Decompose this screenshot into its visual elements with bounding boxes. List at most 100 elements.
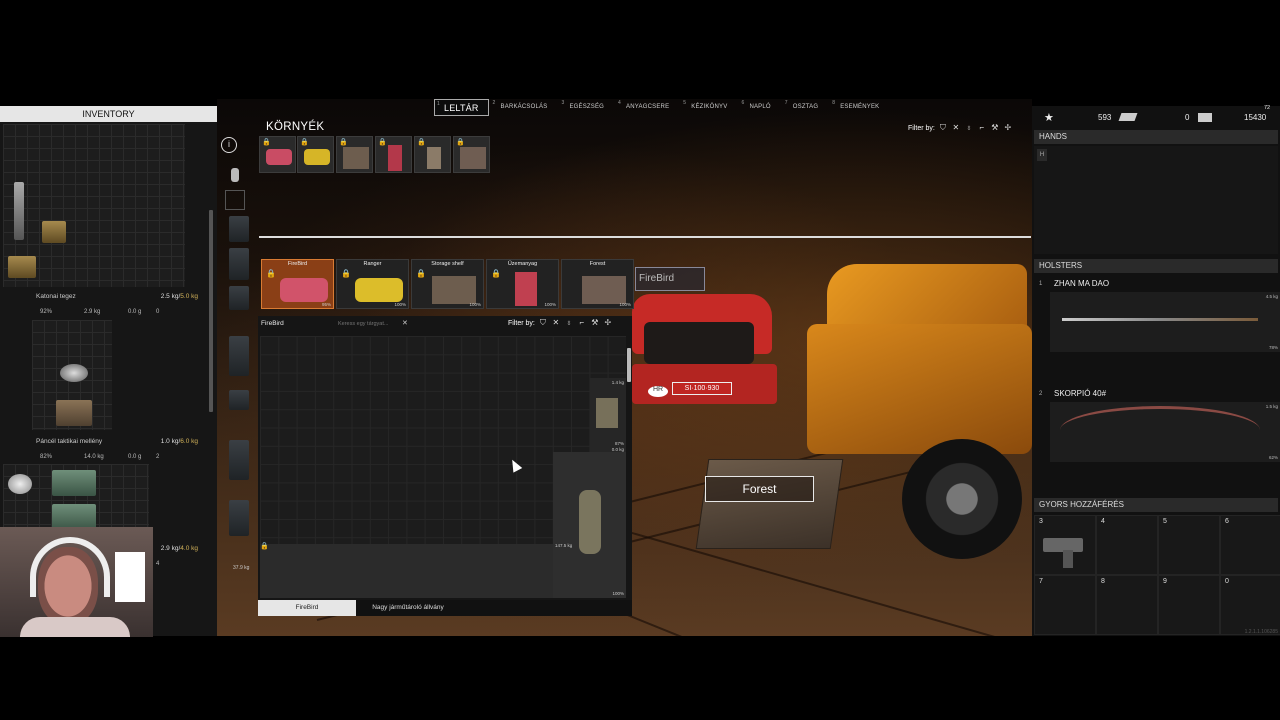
- quick-access-header: GYORS HOZZÁFÉRÉS: [1034, 498, 1278, 512]
- strip-item[interactable]: [229, 216, 249, 242]
- info-icon[interactable]: i: [221, 137, 237, 153]
- gun-filter-icon[interactable]: ⌐: [577, 318, 587, 328]
- quick-slot-3[interactable]: 3: [1034, 515, 1096, 575]
- inventory-title: INVENTORY: [0, 106, 217, 122]
- clear-search-icon[interactable]: ✕: [402, 319, 408, 327]
- vehicle-card-forest[interactable]: Forest 100%: [561, 259, 634, 309]
- ammo-item[interactable]: [8, 256, 36, 278]
- tab-anyagcsere[interactable]: 4 ANYAGCSERE: [616, 99, 679, 116]
- package-item[interactable]: [56, 400, 92, 426]
- nearby-card-ranger[interactable]: 🔒: [297, 136, 334, 173]
- ammo-item[interactable]: [42, 221, 66, 243]
- bandage-item[interactable]: [52, 470, 96, 496]
- weapon-filter-icon[interactable]: ✕: [951, 123, 961, 133]
- body-item[interactable]: 147.5 kg 100%: [553, 452, 626, 598]
- quick-slot-0[interactable]: 0: [1220, 575, 1280, 635]
- strip-item[interactable]: [229, 248, 249, 280]
- shirt-filter-icon[interactable]: ⛉: [538, 318, 548, 328]
- hands-slot[interactable]: H: [1034, 146, 1278, 254]
- misc-filter-icon[interactable]: ✢: [1003, 123, 1013, 133]
- quick-slot-8[interactable]: 8: [1096, 575, 1158, 635]
- garlic-item[interactable]: [8, 474, 32, 494]
- tab-naplo[interactable]: 6 NAPLÓ: [739, 99, 780, 116]
- forest-tooltip: Forest: [705, 476, 814, 502]
- nearby-card-lamp[interactable]: 🔒: [414, 136, 451, 173]
- tab-kezikonyv[interactable]: 5 KÉZIKÖNYV: [681, 99, 737, 116]
- vehicle-card-uzemanyag[interactable]: Üzemanyag 🔒 100%: [486, 259, 559, 309]
- forest-crate[interactable]: [695, 459, 844, 549]
- gun-filter-icon[interactable]: ⌐: [977, 123, 987, 133]
- money-value: 15430: [1244, 113, 1267, 122]
- tab-osztag[interactable]: 7 OSZTAG: [783, 99, 828, 116]
- star-icon: ★: [1044, 112, 1054, 124]
- total-weight: 37.9 kg: [233, 565, 250, 571]
- gear-stats-quiver: 92% 2.9 kg 0.0 g 0: [40, 309, 160, 315]
- search-input[interactable]: [338, 319, 408, 329]
- strip-item[interactable]: [229, 390, 249, 410]
- container-name: FireBird: [261, 320, 284, 327]
- tab-leltar[interactable]: 1 LELTÁR: [434, 99, 489, 116]
- strip-item[interactable]: [229, 500, 249, 536]
- weapon-slot-bow[interactable]: 1.5 kg 62%: [1050, 402, 1280, 462]
- container-grid[interactable]: 1.4 kg 87% 0.0 kg 147.5 kg 100% 🔒: [260, 336, 626, 598]
- medical-filter-icon[interactable]: ♁: [964, 123, 974, 133]
- gear-stats-vest: 82% 14.0 kg 0.0 g 2: [40, 454, 160, 460]
- zero-value: 0: [1185, 113, 1190, 122]
- quick-slot-4[interactable]: 4: [1096, 515, 1158, 575]
- vehicle-card-firebird[interactable]: FireBird 🔒 95%: [261, 259, 334, 309]
- vehicle-card-storage-shelf[interactable]: Storage shelf 🔒 100%: [411, 259, 484, 309]
- nearby-card-fuel[interactable]: 🔒: [375, 136, 412, 173]
- right-panel: ★ 593 0 15430 72 HANDS H HOLSTERS 1 ZHAN …: [1032, 105, 1280, 636]
- strip-item[interactable]: [229, 440, 249, 480]
- lock-icon: 🔒: [416, 269, 426, 278]
- pants-item[interactable]: 1.4 kg 87% 0.0 kg: [590, 378, 626, 452]
- weapon-slot-sword[interactable]: 4.5 kg 78%: [1050, 292, 1280, 352]
- strip-item[interactable]: [229, 286, 249, 310]
- lock-icon: 🔒: [378, 139, 387, 146]
- weapon-filter-icon[interactable]: ✕: [551, 318, 561, 328]
- quick-slot-6[interactable]: 6: [1220, 515, 1280, 575]
- nearby-card-shelf[interactable]: 🔒: [336, 136, 373, 173]
- tab-esemenyek[interactable]: 8 ESEMÉNYEK: [830, 99, 889, 116]
- gear-row-vest[interactable]: Páncél taktikai mellény 1.0 kg/6.0 kg: [0, 436, 210, 448]
- gear-row-quiver[interactable]: Katonai tegez 2.5 kg/5.0 kg: [0, 291, 210, 303]
- misc-filter-icon[interactable]: ✢: [603, 318, 613, 328]
- red-car[interactable]: SI·100·930 HR: [632, 294, 777, 444]
- tools-filter-icon[interactable]: ⚒: [590, 318, 600, 328]
- tab-egeszseg[interactable]: 3 EGÉSZSÉG: [559, 99, 614, 116]
- vehicle-card-ranger[interactable]: Ranger 🔒 100%: [336, 259, 409, 309]
- card-icon: [1198, 113, 1212, 122]
- container-scrollbar[interactable]: [627, 348, 631, 382]
- tab-barkacsolas[interactable]: 2 BARKÁCSOLÁS: [491, 99, 558, 116]
- holster-row-2[interactable]: 2 SKORPIÓ 40#: [1034, 386, 1278, 402]
- nearby-card-forest[interactable]: 🔒: [453, 136, 490, 173]
- orange-truck[interactable]: [807, 264, 1032, 559]
- ctab-firebird[interactable]: FireBird: [258, 600, 356, 616]
- tools-filter-icon[interactable]: ⚒: [990, 123, 1000, 133]
- lock-icon: 🔒: [266, 269, 276, 278]
- kornyek-title: KÖRNYÉK: [266, 121, 325, 133]
- version-label: 1.2.1.1.106285: [1244, 629, 1278, 635]
- medical-filter-icon[interactable]: ♁: [564, 318, 574, 328]
- points-value: 593: [1098, 113, 1112, 122]
- knife-item[interactable]: [14, 182, 24, 240]
- quick-slot-9[interactable]: 9: [1158, 575, 1220, 635]
- grenade-item[interactable]: [60, 364, 88, 382]
- nearby-card-firebird[interactable]: 🔒: [259, 136, 296, 173]
- scene-highlight-line: [259, 236, 1031, 238]
- link-icon[interactable]: [225, 190, 245, 210]
- quick-slot-7[interactable]: 7: [1034, 575, 1096, 635]
- ctab-nagy-jarmutarolo[interactable]: Nagy járműtároló állvány: [358, 600, 458, 616]
- equipment-strip: i 37.9 kg: [221, 137, 255, 575]
- webcam-overlay: [0, 527, 153, 637]
- body-slot-icon[interactable]: [231, 168, 239, 182]
- holsters-header: HOLSTERS: [1034, 259, 1278, 273]
- lock-icon: 🔒: [417, 139, 426, 146]
- holster-row-1[interactable]: 1 ZHAN MA DAO: [1034, 276, 1278, 292]
- lock-icon: 🔒: [339, 139, 348, 146]
- quick-slot-5[interactable]: 5: [1158, 515, 1220, 575]
- lock-icon: 🔒: [341, 269, 351, 278]
- shirt-filter-icon[interactable]: ⛉: [938, 123, 948, 133]
- strip-item[interactable]: [229, 336, 249, 376]
- stats-bar: ★ 593 0 15430 72: [1032, 105, 1280, 126]
